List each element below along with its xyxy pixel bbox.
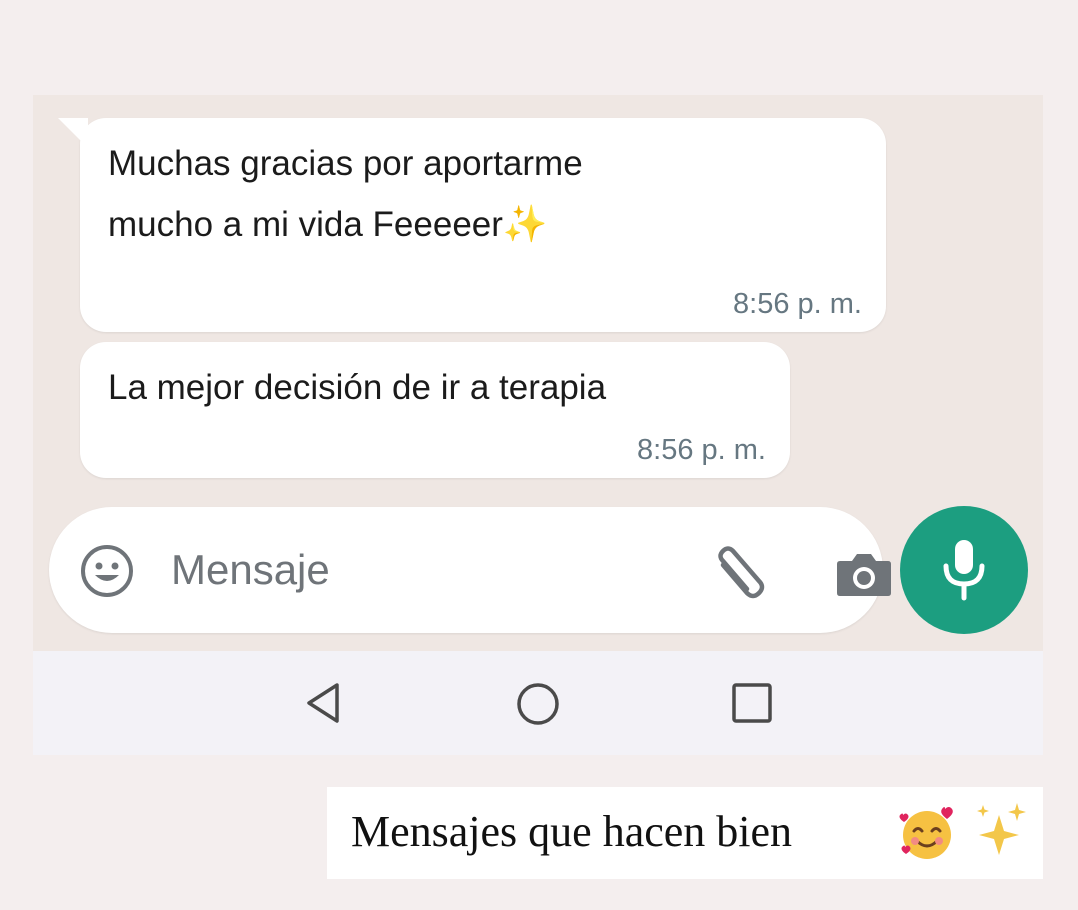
sparkles-emoji: ✨ <box>502 203 548 244</box>
message-text: La mejor decisión de ir a terapia <box>108 368 607 407</box>
microphone-icon <box>943 540 985 601</box>
recents-square-icon[interactable] <box>730 681 774 725</box>
home-circle-icon[interactable] <box>515 681 561 727</box>
message-text: Muchas gracias por aportarme mucho a mi … <box>108 134 583 255</box>
smiling-face-with-hearts-icon <box>899 807 953 859</box>
message-line: Muchas gracias por aportarme <box>108 144 583 183</box>
message-timestamp: 8:56 p. m. <box>733 288 862 320</box>
system-navigation-bar <box>33 651 1043 755</box>
message-line-text: mucho a mi vida Feeeeer <box>108 205 503 244</box>
sparkles-icon <box>977 803 1026 855</box>
message-line: mucho a mi vida Feeeeer✨ <box>108 194 583 255</box>
message-bubble[interactable]: La mejor decisión de ir a terapia 8:56 p… <box>80 342 790 478</box>
microphone-button[interactable] <box>900 506 1028 634</box>
back-triangle-icon[interactable] <box>301 681 345 725</box>
emoji-icon[interactable] <box>79 543 135 599</box>
caption-banner: Mensajes que hacen bien <box>327 787 1043 879</box>
camera-icon[interactable] <box>834 549 894 599</box>
message-bubble[interactable]: Muchas gracias por aportarme mucho a mi … <box>58 118 886 332</box>
message-input[interactable]: Mensaje <box>171 545 330 595</box>
message-composer[interactable]: Mensaje <box>49 507 891 633</box>
message-timestamp: 8:56 p. m. <box>637 434 766 466</box>
bubble-tail <box>58 118 88 148</box>
paperclip-icon[interactable] <box>709 543 771 605</box>
caption-text: Mensajes que hacen bien <box>351 807 793 856</box>
